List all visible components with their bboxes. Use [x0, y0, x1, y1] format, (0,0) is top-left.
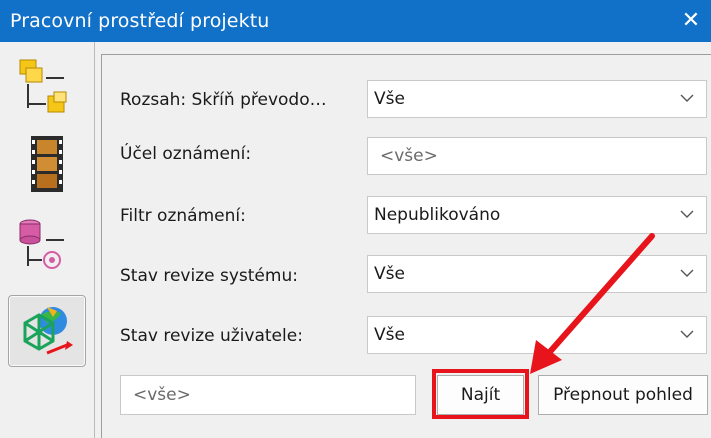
find-button[interactable]: Najít: [437, 375, 524, 415]
filter-label: Filtr oznámení:: [120, 206, 246, 226]
scope-label: Rozsah: Skříň převodo…: [120, 90, 327, 110]
database-icon: [19, 219, 64, 269]
title-bar: Pracovní prostředí projektu ✕: [0, 0, 711, 42]
tree-structure-icon: [19, 59, 67, 113]
system-revision-dropdown[interactable]: Vše: [367, 255, 707, 293]
sidebar-item-tree[interactable]: [8, 52, 86, 124]
scope-value: Vše: [374, 89, 405, 109]
purpose-field[interactable]: <vše>: [367, 137, 707, 175]
chevron-down-icon: [680, 330, 694, 338]
filter-value: Nepublikováno: [374, 205, 501, 225]
close-icon[interactable]: ✕: [677, 6, 705, 34]
sidebar: [0, 42, 95, 438]
system-revision-value: Vše: [374, 264, 405, 284]
system-revision-label: Stav revize systému:: [120, 266, 298, 286]
window-title: Pracovní prostředí projektu: [10, 10, 270, 32]
switch-view-button[interactable]: Přepnout pohled: [538, 375, 708, 415]
sidebar-item-network[interactable]: [8, 295, 86, 367]
sidebar-item-database[interactable]: [8, 210, 86, 282]
scope-dropdown[interactable]: Vše: [367, 80, 707, 118]
purpose-label: Účel oznámení:: [120, 144, 252, 164]
user-revision-label: Stav revize uživatele:: [120, 326, 303, 346]
chevron-down-icon: [680, 94, 694, 102]
chevron-down-icon: [680, 210, 694, 218]
sidebar-item-film[interactable]: [8, 128, 86, 200]
filter-dropdown[interactable]: Nepublikováno: [367, 196, 707, 234]
chevron-down-icon: [680, 269, 694, 277]
user-revision-value: Vše: [374, 325, 405, 345]
search-input[interactable]: <vše>: [120, 375, 416, 415]
globe-network-icon: [23, 307, 73, 355]
user-revision-dropdown[interactable]: Vše: [367, 316, 707, 354]
film-strip-icon: [31, 136, 63, 192]
